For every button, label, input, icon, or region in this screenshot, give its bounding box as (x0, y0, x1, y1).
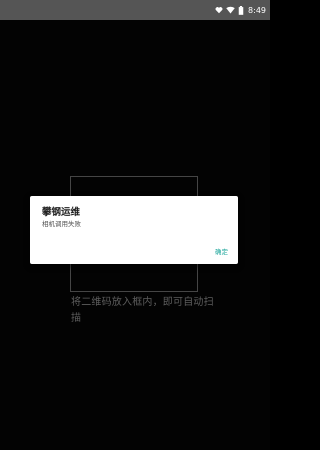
heart-icon (215, 6, 223, 14)
ok-button[interactable]: 确定 (215, 246, 228, 256)
wifi-icon (226, 6, 235, 14)
dialog-title: 攀钢运维 (42, 207, 81, 218)
status-icons: 8:49 (215, 0, 266, 20)
status-time: 8:49 (248, 5, 266, 15)
dialog-message: 相机调用失败 (42, 220, 81, 228)
battery-icon (238, 5, 244, 15)
status-bar: 8:49 (0, 0, 270, 20)
error-dialog: 攀钢运维 相机调用失败 确定 (30, 196, 238, 264)
